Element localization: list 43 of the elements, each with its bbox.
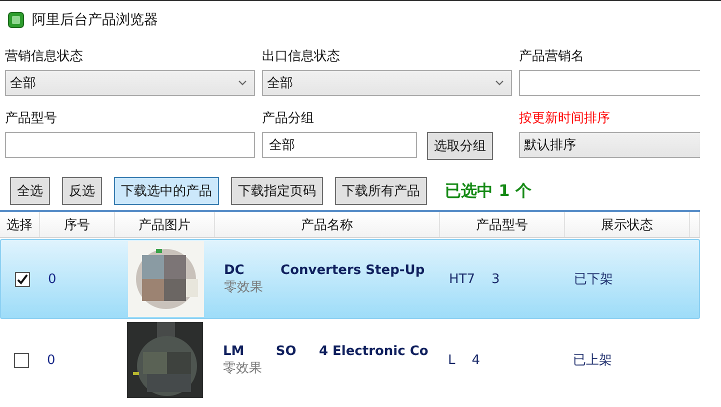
input-field[interactable] [5,132,255,158]
dropdown[interactable]: 全部 [5,70,255,96]
field-label: 产品营销名 [519,48,585,66]
field-label: 出口信息状态 [262,48,341,66]
checkbox[interactable] [14,272,30,286]
product-name: DC Converters Step-Up [224,262,425,278]
table-cell: 0 [47,352,56,368]
table-cell: HT7 3 [449,272,500,286]
column-header[interactable]: 选择 [0,212,40,237]
product-subtitle: 零效果 [223,360,262,376]
table-cell: 0 [48,272,56,286]
table-row[interactable]: 0 DC Converters Step-Up 零效果 HT7 3 已下架 [0,239,700,319]
table-row[interactable]: 0 LM SO 4 Electronic Co 零效果 L 4 已上架 [0,320,700,400]
group-field[interactable]: 全部 [262,132,417,158]
field-label: 营销信息状态 [5,48,84,66]
input-field[interactable] [519,70,700,96]
table-cell-text: 已上架 [573,352,612,369]
product-subtitle: 零效果 [224,278,263,296]
field-label: 产品型号 [5,110,58,128]
product-name: LM SO 4 Electronic Co [223,344,428,358]
sort-label: 按更新时间排序 [519,110,611,128]
action-button[interactable]: 下载选中的产品 [114,177,219,205]
action-button[interactable]: 下载指定页码 [231,177,323,205]
action-button[interactable]: 全选 [10,177,50,205]
table-cell: L 4 [448,352,480,368]
column-header[interactable]: 产品图片 [115,212,215,237]
column-header[interactable]: 产品名称 [215,212,440,237]
checkbox[interactable] [14,352,28,368]
column-header[interactable]: 展示状态 [565,212,690,237]
chevron-down-icon [495,80,504,86]
column-header[interactable]: 序号 [40,212,115,237]
sort-dropdown[interactable]: 默认排序 [519,132,700,158]
dropdown[interactable]: 全部 [262,70,512,96]
table-cell-text: 已下架 [574,271,613,288]
window-title: 阿里后台产品浏览器 [32,10,158,28]
column-header[interactable]: 产品型号 [440,212,565,237]
field-label: 产品分组 [262,110,315,128]
selection-count: 已选中 1 个 [445,180,532,202]
action-button[interactable]: 下载所有产品 [335,177,427,205]
app-icon [8,12,24,28]
action-button[interactable]: 反选 [62,177,102,205]
chevron-down-icon [238,80,247,86]
pick-group-button[interactable]: 选取分组 [427,132,493,160]
